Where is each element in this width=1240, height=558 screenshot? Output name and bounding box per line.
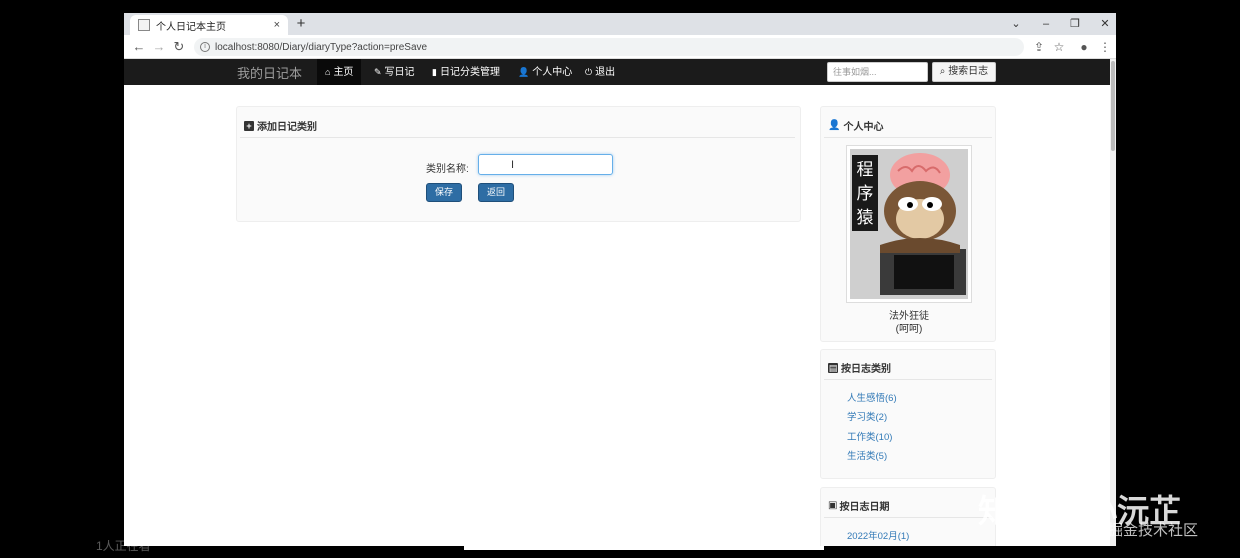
avatar: 程 序 猿	[846, 145, 972, 303]
save-button[interactable]: 保存	[426, 183, 462, 202]
url-text: localhost:8080/Diary/diaryType?action=pr…	[215, 41, 428, 53]
viewer-count: 1人正在看	[96, 539, 151, 553]
category-name-label: 类别名称:	[426, 164, 469, 175]
browser-toolbar: ← → ↻ i localhost:8080/Diary/diaryType?a…	[124, 35, 1116, 59]
text-cursor-icon: I	[511, 159, 515, 171]
nav-home[interactable]: ⌂ 主页	[317, 59, 362, 85]
book-icon: ▮	[432, 67, 437, 77]
browser-window: 个人日记本主页 × + ⌄ – ❐ ✕ ← → ↻ i localhost:80…	[124, 13, 1116, 546]
site-navbar: 我的日记本 ⌂ 主页 ✎ 写日记 ▮ 日记分类管理 👤 个人中心 ⏻ 退出 往事如烟...…	[124, 59, 1110, 85]
tab-title: 个人日记本主页	[156, 21, 226, 33]
user-icon: 👤	[828, 120, 841, 131]
search-icon: ⌕	[939, 66, 949, 77]
nav-write-label: 写日记	[384, 67, 415, 78]
diary-search-input[interactable]: 往事如烟...	[827, 62, 928, 82]
panel-title: 添加日记类别	[257, 122, 317, 133]
nav-logout[interactable]: ⏻ 退出	[577, 59, 623, 85]
back-arrow-icon[interactable]: ←	[130, 38, 148, 56]
nav-category-manage[interactable]: ▮ 日记分类管理	[424, 59, 508, 85]
new-tab-button[interactable]: +	[292, 15, 310, 33]
svg-text:序: 序	[857, 184, 874, 204]
profile-title: 个人中心	[843, 122, 884, 133]
close-tab-icon[interactable]: ×	[274, 19, 280, 31]
nav-write-diary[interactable]: ✎ 写日记	[366, 59, 423, 85]
site-brand[interactable]: 我的日记本	[237, 63, 302, 82]
profile-heading: 👤 个人中心	[828, 118, 883, 133]
date-heading: ▣ 按日志日期	[828, 498, 889, 513]
nav-personal-center[interactable]: 👤 个人中心	[510, 59, 580, 85]
nav-logout-label: 退出	[595, 67, 616, 78]
pencil-icon: ✎	[374, 67, 382, 77]
profile-divider	[824, 137, 992, 138]
reload-icon[interactable]: ↻	[170, 38, 188, 56]
share-icon[interactable]: ⇪	[1030, 38, 1048, 56]
date-link[interactable]: 2022年02月(1)	[847, 528, 909, 542]
site-info-icon[interactable]: i	[200, 42, 210, 52]
date-title: 按日志日期	[839, 502, 890, 513]
home-icon: ⌂	[325, 67, 331, 77]
minimize-button[interactable]: –	[1031, 13, 1061, 35]
profile-avatar-icon[interactable]: ●	[1075, 38, 1093, 56]
power-icon: ⏻	[585, 67, 593, 77]
tab-bar: 个人日记本主页 × + ⌄ – ❐ ✕	[124, 13, 1116, 35]
nav-personal-label: 个人中心	[532, 67, 573, 78]
calendar-icon: ▣	[828, 500, 838, 511]
screen-recording-frame: 个人日记本主页 × + ⌄ – ❐ ✕ ← → ↻ i localhost:80…	[0, 0, 1240, 558]
category-title: 按日志类别	[841, 364, 891, 375]
category-link[interactable]: 工作类(10)	[847, 429, 892, 443]
category-heading: ▤ 按日志类别	[828, 360, 891, 375]
svg-text:猿: 猿	[857, 208, 874, 228]
address-bar[interactable]: i localhost:8080/Diary/diaryType?action=…	[194, 38, 1024, 56]
book-icon: ▤	[828, 362, 838, 373]
category-divider	[824, 379, 992, 380]
category-link[interactable]: 生活类(5)	[847, 448, 887, 462]
category-link[interactable]: 人生感悟(6)	[847, 390, 897, 404]
monkey-avatar-image: 程 序 猿	[850, 149, 968, 299]
nav-category-label: 日记分类管理	[439, 67, 500, 78]
category-link[interactable]: 学习类(2)	[847, 409, 887, 423]
browser-tab[interactable]: 个人日记本主页 ×	[130, 15, 288, 35]
tab-search-dropdown-icon[interactable]: ⌄	[1001, 13, 1031, 35]
plus-square-icon: +	[244, 120, 254, 131]
search-button[interactable]: ⌕ 搜索日志	[932, 62, 996, 82]
date-divider	[824, 517, 992, 518]
forward-arrow-icon[interactable]: →	[150, 38, 168, 56]
panel-heading: + 添加日记类别	[244, 118, 317, 133]
nav-home-label: 主页	[333, 67, 354, 78]
video-progress-bar	[464, 546, 824, 550]
user-mood: (呵呵)	[895, 324, 923, 335]
search-button-label: 搜索日志	[948, 66, 989, 77]
user-icon: 👤	[518, 67, 530, 77]
svg-text:程: 程	[857, 160, 874, 180]
panel-divider	[240, 137, 795, 138]
page-scrollbar-thumb[interactable]	[1111, 61, 1115, 151]
juejin-watermark: @稀土掘金技术社区	[1063, 521, 1199, 539]
back-button[interactable]: 返回	[478, 183, 514, 202]
restore-button[interactable]: ❐	[1060, 13, 1090, 35]
bookmark-star-icon[interactable]: ☆	[1050, 38, 1068, 56]
close-window-button[interactable]: ✕	[1090, 13, 1116, 35]
page-favicon-icon	[138, 19, 150, 31]
browser-menu-icon[interactable]: ⋮	[1096, 38, 1114, 56]
category-name-input[interactable]: I	[478, 154, 613, 175]
